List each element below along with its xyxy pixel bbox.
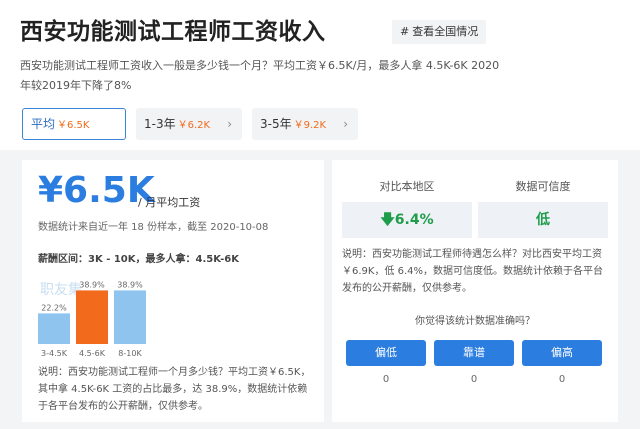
data-trust-value: 低 <box>478 202 608 238</box>
vote-high-button[interactable]: 偏高 <box>522 340 602 366</box>
accuracy-question: 你觉得该统计数据准确吗？ <box>415 316 535 327</box>
vote-high-count: 0 <box>558 374 566 385</box>
tab-average[interactable]: 平均 ￥6.5K <box>22 108 126 140</box>
watermark-logo: 职友集 <box>40 281 82 298</box>
sample-source: 数据统计来自近一年 18 份样本，截至 2020-10-08 <box>38 222 269 233</box>
chart-value-label-2: 38.9% <box>117 280 143 289</box>
chart-bar-2 <box>114 290 146 344</box>
tab-3-5-label: 3-5年 <box>260 117 292 131</box>
salary-distribution-chart: 职友集 22.2% 3-4.5K 38.9% 4.5-6K 38.9% 8-10K <box>38 280 146 358</box>
chart-category-label-0: 3-4.5K <box>41 349 68 358</box>
chart-bar-0 <box>38 313 70 344</box>
tab-3-5-years[interactable]: 3-5年 ￥9.2K › <box>252 108 358 140</box>
compare-region-label: 对比本地区 <box>379 180 435 193</box>
vote-low-count: 0 <box>382 374 390 385</box>
salary-card: ¥6.5K / 月平均工资 数据统计来自近一年 18 份样本，截至 2020-1… <box>22 160 324 422</box>
salary-range: 薪酬区间：3K - 10K，最多人拿：4.5K-6K <box>38 254 239 265</box>
comparison-explanation: 说明：西安功能测试工程师待遇怎么样？对比西安平均工资￥6.9K，低 6.4%，数… <box>342 249 604 294</box>
vote-low-button[interactable]: 偏低 <box>346 340 426 366</box>
compare-region-percent: 6.4% <box>394 212 434 228</box>
tab-1-3-value: ￥6.2K <box>177 120 211 131</box>
data-trust-label: 数据可信度 <box>515 180 571 193</box>
chevron-right-icon: › <box>343 117 348 131</box>
view-national-button[interactable]: # 查看全国情况 <box>392 20 487 44</box>
vote-reliable-button[interactable]: 靠谱 <box>434 340 514 366</box>
page-title: 西安功能测试工程师工资收入 <box>20 19 326 45</box>
tab-3-5-value: ￥9.2K <box>293 120 327 131</box>
chart-category-label-1: 4.5-6K <box>79 349 106 358</box>
chart-category-label-2: 8-10K <box>118 349 142 358</box>
view-national-label: 查看全国情况 <box>412 25 479 38</box>
salary-description: 西安功能测试工程师工资收入一般是多少钱一个月？平均工资￥6.5K/月，最多人拿 … <box>20 59 500 92</box>
experience-tabs: 平均 ￥6.5K 1-3年 ￥6.2K › 3-5年 ￥9.2K › <box>22 108 358 140</box>
tab-average-value: ￥6.5K <box>57 120 90 131</box>
tab-1-3-label: 1-3年 <box>144 117 176 131</box>
hash-icon: # <box>400 25 410 38</box>
comparison-card: 对比本地区 数据可信度 🡇6.4% 低 说明：西安功能测试工程师待遇怎么样？对比… <box>332 160 618 422</box>
salary-explanation: 说明：西安功能测试工程师一个月多少钱？平均工资￥6.5K，其中拿 4.5K-6K… <box>38 367 311 412</box>
compare-region-value: 🡇6.4% <box>342 202 472 238</box>
arrow-down-icon: 🡇 <box>380 212 395 228</box>
tab-average-label: 平均 <box>31 117 56 131</box>
chart-value-label-1: 38.9% <box>79 280 105 289</box>
tab-1-3-years[interactable]: 1-3年 ￥6.2K › <box>136 108 242 140</box>
chart-bar-1 <box>76 290 108 344</box>
average-salary-unit: / 月平均工资 <box>138 196 201 209</box>
vote-reliable-count: 0 <box>470 374 478 385</box>
chart-value-label-0: 22.2% <box>41 303 67 312</box>
chevron-right-icon: › <box>227 117 232 131</box>
